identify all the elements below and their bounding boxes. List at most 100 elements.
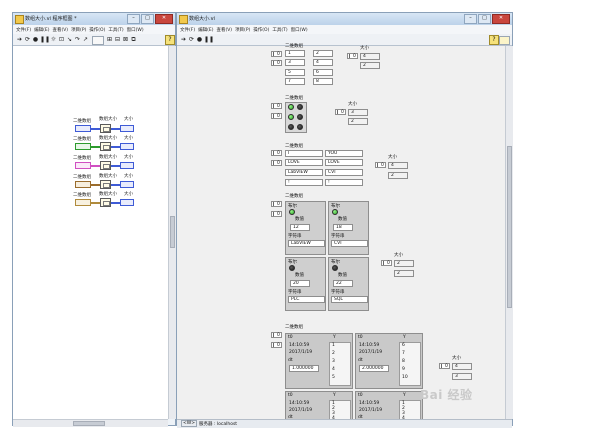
numeric-field[interactable]: 20 <box>290 280 310 287</box>
diagram-hscroll-thumb[interactable] <box>73 421 105 426</box>
cluster-element[interactable]: 布尔 数值 18 字符串 CVI <box>328 201 369 255</box>
array-element[interactable]: LOVE <box>325 159 363 166</box>
menu-window[interactable]: 窗口(W) <box>291 27 308 33</box>
array-terminal[interactable] <box>75 199 91 206</box>
array-element[interactable]: ! <box>285 179 323 186</box>
array-size-function[interactable] <box>100 124 111 133</box>
resize-icon[interactable]: ⊠ <box>122 36 129 43</box>
step-out-icon[interactable]: ↗ <box>82 36 89 43</box>
y-values[interactable]: 1 2 3 4 5 <box>329 342 351 386</box>
dt-field[interactable]: 1.000000 <box>289 365 319 372</box>
help-icon[interactable]: ? <box>165 35 175 45</box>
cluster-element[interactable]: 布尔 数值 20 字符串 PLC <box>285 257 326 311</box>
diagram-vscroll-thumb[interactable] <box>170 216 175 248</box>
run-arrow-icon[interactable]: ➔ <box>180 36 187 43</box>
array-size-function[interactable] <box>100 180 111 189</box>
size-index[interactable]: 0 <box>439 363 450 369</box>
led-icon[interactable] <box>297 104 303 110</box>
menu-file[interactable]: 文件(F) <box>16 27 31 33</box>
waveform-element[interactable]: t0 Y 14:10:59 2017/1/19 dt 2.000000 6 7 … <box>355 333 423 389</box>
highlight-execution-icon[interactable]: ☼ <box>50 36 57 43</box>
led-icon[interactable] <box>332 209 338 215</box>
abort-icon[interactable]: ● <box>32 36 39 43</box>
menu-project[interactable]: 项目(P) <box>235 27 250 33</box>
array-element[interactable]: I <box>285 150 323 157</box>
run-continuously-icon[interactable]: ⟳ <box>188 36 195 43</box>
row-index[interactable]: 0 <box>271 201 282 207</box>
maximize-button[interactable]: □ <box>141 14 154 24</box>
column-index[interactable]: 0 <box>271 211 282 217</box>
array-element[interactable]: 7 <box>285 78 305 85</box>
t0-date[interactable]: 2017/1/19 <box>289 408 312 413</box>
menu-operate[interactable]: 操作(O) <box>253 27 269 33</box>
menu-window[interactable]: 窗口(W) <box>127 27 144 33</box>
string-field[interactable]: LabVIEW <box>288 240 325 247</box>
step-over-icon[interactable]: ↷ <box>74 36 81 43</box>
size-indicator-terminal[interactable] <box>120 125 134 132</box>
menu-file[interactable]: 文件(F) <box>180 27 195 33</box>
array-element[interactable]: 2 <box>313 50 333 57</box>
diagram-canvas[interactable]: 二维数组 数组大小 大小 二维数组 数组大小 大小 二维数组 数组大小 大小 二… <box>13 46 168 419</box>
numeric-field[interactable]: 12 <box>290 224 310 231</box>
t0-date[interactable]: 2017/1/19 <box>289 350 312 355</box>
array-element[interactable]: 6 <box>313 69 333 76</box>
t0-time[interactable]: 14:10:59 <box>359 401 379 406</box>
led-icon[interactable] <box>288 124 294 130</box>
array-terminal[interactable] <box>75 162 91 169</box>
distribute-icon[interactable]: ⊟ <box>114 36 121 43</box>
led-icon[interactable] <box>332 265 338 271</box>
size-indicator-terminal[interactable] <box>120 143 134 150</box>
font-selector[interactable] <box>92 36 104 45</box>
waveform-element[interactable]: t0 Y 14:10:59 2017/1/19 dt 1 2 3 4 <box>355 391 423 422</box>
diagram-vertical-scrollbar[interactable] <box>168 46 176 419</box>
maximize-button[interactable]: □ <box>478 14 491 24</box>
cluster-element[interactable]: 布尔 数值 12 字符串 LabVIEW <box>285 201 326 255</box>
array-element[interactable]: 3 <box>285 59 305 66</box>
column-index[interactable]: 0 <box>271 160 282 166</box>
led-icon[interactable] <box>289 265 295 271</box>
array-element[interactable]: 1 <box>285 50 305 57</box>
string-field[interactable]: CVI <box>331 240 368 247</box>
string-field[interactable]: PLC <box>288 296 325 303</box>
array-size-function[interactable] <box>100 198 111 207</box>
minimize-button[interactable]: – <box>464 14 477 24</box>
diagram-horizontal-scrollbar[interactable] <box>13 419 168 427</box>
t0-time[interactable]: 14:10:59 <box>289 343 309 348</box>
array-element[interactable]: YOU <box>325 150 363 157</box>
led-icon[interactable] <box>288 114 294 120</box>
retain-wire-values-icon[interactable]: ⊡ <box>58 36 65 43</box>
front-panel[interactable]: 二维数组 0 0 1 2 3 4 5 6 7 8 大小 0 4 2 二维数组 0… <box>177 44 505 422</box>
menu-tools[interactable]: 工具(T) <box>108 27 123 33</box>
array-element[interactable]: LOVE <box>285 159 323 166</box>
pause-icon[interactable]: ❚❚ <box>40 36 50 43</box>
size-index[interactable]: 0 <box>375 162 386 168</box>
panel-vertical-scrollbar[interactable] <box>505 46 513 419</box>
help-icon[interactable]: ? <box>489 35 499 45</box>
menu-view[interactable]: 查看(V) <box>216 27 232 33</box>
column-index[interactable]: 0 <box>271 113 282 119</box>
string-field[interactable]: SQL <box>331 296 368 303</box>
row-index[interactable]: 0 <box>271 150 282 156</box>
array-terminal[interactable] <box>75 181 91 188</box>
align-icon[interactable]: ⊞ <box>106 36 113 43</box>
column-index[interactable]: 0 <box>271 60 282 66</box>
menu-project[interactable]: 项目(P) <box>71 27 86 33</box>
column-index[interactable]: 0 <box>271 342 282 348</box>
size-index[interactable]: 0 <box>335 109 346 115</box>
size-index[interactable]: 0 <box>381 260 392 266</box>
numeric-field[interactable]: 22 <box>333 280 353 287</box>
led-icon[interactable] <box>288 104 294 110</box>
array-element[interactable]: 4 <box>313 59 333 66</box>
numeric-field[interactable]: 18 <box>333 224 353 231</box>
close-button[interactable]: ✕ <box>155 14 173 24</box>
t0-date[interactable]: 2017/1/19 <box>359 350 382 355</box>
panel-vscroll-thumb[interactable] <box>507 146 512 308</box>
y-values[interactable]: 6 7 8 9 10 <box>399 342 421 386</box>
array-element[interactable]: LabVIEW <box>285 169 323 176</box>
execution-target[interactable]: <W> <box>181 420 197 427</box>
menu-operate[interactable]: 操作(O) <box>89 27 105 33</box>
cluster-element[interactable]: 布尔 数值 22 字符串 SQL <box>328 257 369 311</box>
menu-tools[interactable]: 工具(T) <box>272 27 287 33</box>
t0-time[interactable]: 14:10:59 <box>359 343 379 348</box>
run-arrow-icon[interactable]: ➔ <box>16 36 23 43</box>
